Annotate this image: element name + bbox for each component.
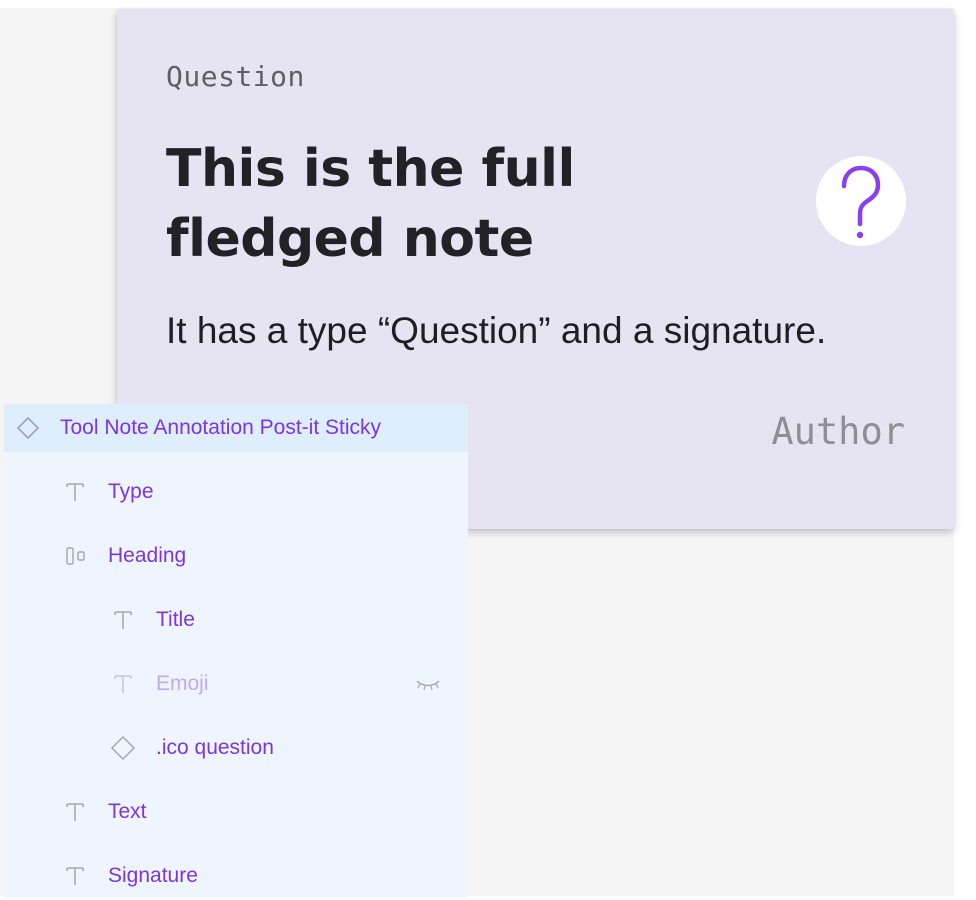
note-type-label: Question xyxy=(166,60,305,93)
layer-row-type[interactable]: Type xyxy=(4,468,468,516)
layer-label: Text xyxy=(108,800,147,823)
note-signature: Author xyxy=(771,410,905,453)
layer-label: .ico question xyxy=(156,736,274,759)
layer-row-title[interactable]: Title xyxy=(4,596,468,644)
layer-label: Emoji xyxy=(156,672,209,695)
layer-row-heading[interactable]: Heading xyxy=(4,532,468,580)
layer-row-text[interactable]: Text xyxy=(4,788,468,836)
layer-label: Signature xyxy=(108,864,198,887)
text-icon xyxy=(61,852,89,900)
layer-row-signature[interactable]: Signature xyxy=(4,852,468,900)
text-icon xyxy=(109,660,137,708)
layer-label: Type xyxy=(108,480,154,503)
question-mark-icon xyxy=(816,156,906,246)
auto-layout-icon xyxy=(62,532,90,580)
layer-label: Title xyxy=(156,608,195,631)
component-icon xyxy=(14,404,42,452)
instance-icon xyxy=(109,724,137,772)
note-title: This is the full fledged note xyxy=(166,139,575,269)
layer-label: Tool Note Annotation Post-it Sticky xyxy=(60,416,381,439)
layer-row-tool-note[interactable]: Tool Note Annotation Post-it Sticky xyxy=(4,404,468,452)
layers-panel: Tool Note Annotation Post-it Sticky Type… xyxy=(4,404,468,898)
layer-label: Heading xyxy=(108,544,187,567)
eye-closed-icon[interactable] xyxy=(412,660,444,708)
text-icon xyxy=(61,468,89,516)
text-icon xyxy=(109,596,137,644)
layer-row-ico-question[interactable]: .ico question xyxy=(4,724,468,772)
note-body-text: It has a type “Question” and a signature… xyxy=(166,310,827,351)
text-icon xyxy=(61,788,89,836)
layer-row-emoji[interactable]: Emoji xyxy=(4,660,468,708)
